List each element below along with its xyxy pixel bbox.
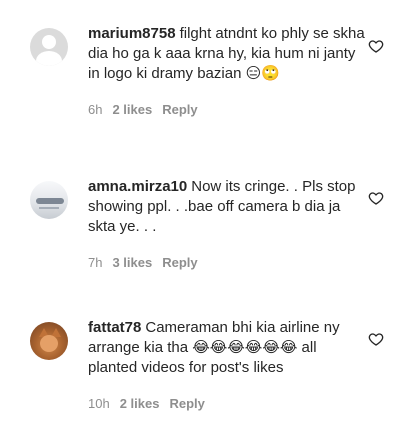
comment-likes[interactable]: 2 likes bbox=[112, 102, 152, 118]
avatar-photo-detail bbox=[39, 207, 59, 209]
comment-likes[interactable]: 3 likes bbox=[112, 255, 152, 271]
avatar-head-shape bbox=[42, 35, 56, 49]
avatar-cat-face bbox=[40, 335, 58, 352]
comment-username[interactable]: marium8758 bbox=[88, 25, 176, 42]
comment-body: marium8758 filght atndnt ko phly se skha … bbox=[88, 24, 366, 118]
comment-username[interactable]: fattat78 bbox=[88, 319, 141, 336]
comment-meta: 10h 2 likes Reply bbox=[88, 396, 366, 412]
comment-text-block: marium8758 filght atndnt ko phly se skha … bbox=[88, 24, 366, 84]
comment-likes[interactable]: 2 likes bbox=[120, 396, 160, 412]
comment-text-block: fattat78 Cameraman bhi kia airline ny arr… bbox=[88, 318, 366, 378]
comment-body: fattat78 Cameraman bhi kia airline ny arr… bbox=[88, 318, 366, 412]
comment-body: amna.mirza10 Now its cringe. . Pls stop s… bbox=[88, 177, 366, 271]
heart-outline-icon[interactable] bbox=[368, 38, 384, 54]
comment-meta: 7h 3 likes Reply bbox=[88, 255, 366, 271]
comment-meta: 6h 2 likes Reply bbox=[88, 102, 366, 118]
avatar[interactable] bbox=[30, 181, 68, 219]
avatar-shoulders-shape bbox=[36, 51, 62, 66]
heart-outline-icon[interactable] bbox=[368, 190, 384, 206]
heart-outline-icon[interactable] bbox=[368, 331, 384, 347]
avatar[interactable] bbox=[30, 322, 68, 360]
comments-list: marium8758 filght atndnt ko phly se skha … bbox=[0, 0, 414, 424]
avatar[interactable] bbox=[30, 28, 68, 66]
comment-age: 7h bbox=[88, 255, 103, 270]
avatar-photo-ridge bbox=[36, 198, 64, 204]
reply-button[interactable]: Reply bbox=[162, 255, 197, 271]
comment-username[interactable]: amna.mirza10 bbox=[88, 178, 187, 195]
comment-age: 10h bbox=[88, 396, 110, 411]
reply-button[interactable]: Reply bbox=[169, 396, 204, 412]
comment-age: 6h bbox=[88, 102, 103, 117]
reply-button[interactable]: Reply bbox=[162, 102, 197, 118]
comment-text-block: amna.mirza10 Now its cringe. . Pls stop s… bbox=[88, 177, 366, 237]
